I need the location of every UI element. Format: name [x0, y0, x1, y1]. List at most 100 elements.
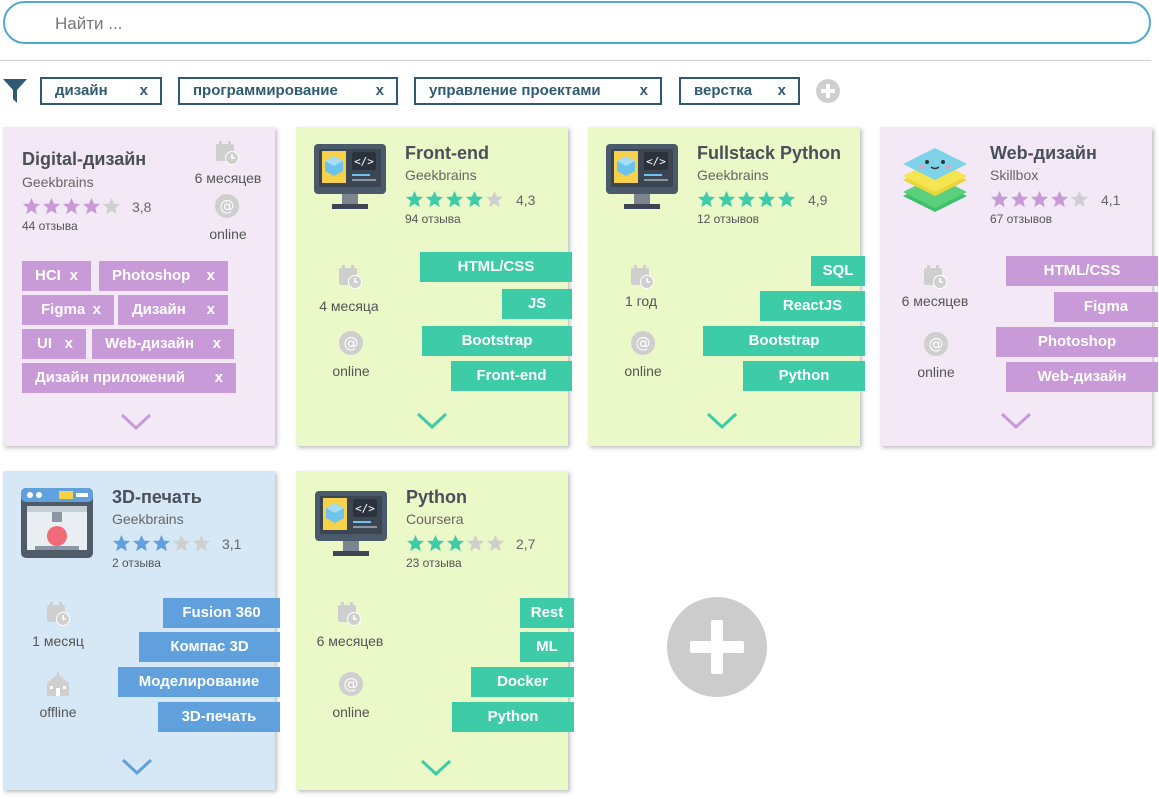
course-tag[interactable]: Docker [471, 667, 574, 697]
remove-tag-icon[interactable]: x [207, 261, 215, 291]
filter-icon[interactable] [3, 78, 27, 104]
course-tag[interactable]: Bootstrap [703, 326, 865, 356]
course-tag[interactable]: Python [743, 361, 865, 391]
course-tag[interactable]: Rest [520, 598, 574, 628]
chevron-down-icon[interactable] [705, 411, 739, 431]
star-icon [1050, 190, 1069, 208]
course-tag[interactable]: Python [452, 702, 574, 732]
star-icon [192, 534, 211, 552]
course-provider: Geekbrains [697, 167, 769, 183]
add-filter-icon[interactable] [816, 79, 840, 103]
filter-chip-label: программирование [193, 82, 338, 99]
school-building-icon [47, 672, 69, 696]
remove-tag-icon[interactable]: x [70, 261, 78, 291]
course-title: Web-дизайн [990, 143, 1097, 163]
star-icon [406, 534, 425, 552]
course-card-web-design[interactable]: Web-дизайн Skillbox 4,1 67 отзывов 6 мес… [880, 127, 1158, 446]
course-tag[interactable]: ML [520, 632, 574, 662]
star-icon [82, 197, 101, 215]
course-tag[interactable]: Figma x [22, 295, 114, 325]
course-tag[interactable]: Web-дизайн x [92, 329, 234, 359]
course-tag[interactable]: Компас 3D [139, 632, 280, 662]
calendar-clock-icon [216, 141, 239, 165]
course-tag[interactable]: Web-дизайн [1006, 362, 1158, 392]
filter-chip-layout[interactable]: верстка x [679, 77, 800, 105]
at-sign-icon: @ [631, 331, 655, 355]
course-tag[interactable]: Дизайн приложений x [22, 363, 236, 393]
chevron-down-icon[interactable] [120, 757, 154, 777]
format-text: offline [39, 704, 77, 720]
course-tag[interactable]: Fusion 360 [163, 598, 280, 628]
star-icon [132, 534, 151, 552]
svg-text:</>: </> [646, 155, 666, 168]
course-tag[interactable]: 3D-печать [158, 702, 280, 732]
remove-tag-icon[interactable]: x [65, 329, 73, 359]
duration-text: 6 месяцев [901, 293, 969, 309]
remove-tag-icon[interactable]: x [93, 295, 101, 325]
remove-filter-icon[interactable]: x [778, 79, 786, 103]
course-tag[interactable]: Photoshop [996, 327, 1158, 357]
tag-label: Дизайн [132, 301, 186, 318]
course-tag[interactable]: Дизайн x [118, 295, 228, 325]
course-card-3d-printing[interactable]: 3D-печать Geekbrains 3,1 2 отзыва 1 меся… [3, 471, 280, 790]
code-monitor-logo: </> [606, 144, 678, 209]
chevron-down-icon[interactable] [999, 411, 1033, 431]
remove-tag-icon[interactable]: x [213, 329, 221, 359]
course-tag[interactable]: Моделирование [118, 667, 280, 697]
calendar-clock-icon [631, 265, 654, 289]
chevron-down-icon[interactable] [415, 411, 449, 431]
rating-stars [406, 534, 506, 554]
course-provider: Skillbox [990, 167, 1039, 183]
star-icon [445, 190, 464, 208]
course-provider: Coursera [406, 511, 464, 527]
course-tag[interactable]: Photoshop x [99, 261, 228, 291]
star-icon [152, 534, 171, 552]
duration-text: 6 месяцев [316, 633, 384, 649]
star-icon [172, 534, 191, 552]
remove-filter-icon[interactable]: x [640, 79, 648, 103]
star-icon [737, 190, 756, 208]
star-icon [112, 534, 131, 552]
chevron-down-icon[interactable] [419, 758, 453, 778]
course-tag[interactable]: UI x [22, 329, 86, 359]
svg-text:@: @ [344, 675, 359, 693]
course-card-front-end[interactable]: </> Front-end Geekbrains 4,3 94 отзыва 4… [296, 127, 572, 446]
course-tag[interactable]: HTML/CSS [1006, 256, 1158, 286]
search-input[interactable] [55, 12, 1055, 36]
remove-filter-icon[interactable]: x [140, 79, 148, 103]
course-tag[interactable]: Front-end [451, 361, 572, 391]
course-provider: Geekbrains [22, 174, 94, 190]
rating-stars [697, 190, 797, 210]
calendar-clock-icon [339, 265, 362, 289]
rating-value: 3,1 [222, 536, 242, 552]
rating-value: 3,8 [132, 199, 152, 215]
chevron-down-icon[interactable] [119, 412, 153, 432]
course-tag[interactable]: JS [502, 289, 572, 319]
course-tag[interactable]: HTML/CSS [420, 252, 572, 282]
course-tag[interactable]: ReactJS [760, 291, 865, 321]
course-tag[interactable]: Figma [1054, 292, 1158, 322]
reviews-count: 67 отзывов [990, 212, 1053, 226]
star-icon [405, 190, 424, 208]
course-card-digital-design[interactable]: Digital-дизайн Geekbrains 3,8 44 отзыва … [3, 127, 275, 446]
code-monitor-logo: </> [315, 491, 387, 556]
search-bar[interactable] [3, 1, 1151, 44]
course-provider: Geekbrains [405, 167, 477, 183]
filter-chip-programming[interactable]: программирование x [178, 77, 398, 105]
course-tag[interactable]: SQL [811, 256, 865, 286]
rating-stars [990, 190, 1090, 210]
add-course-button[interactable] [667, 597, 767, 697]
course-card-fullstack-python[interactable]: </> Fullstack Python Geekbrains 4,9 12 о… [588, 127, 865, 446]
filter-chip-design[interactable]: дизайн x [40, 77, 162, 105]
remove-tag-icon[interactable]: x [215, 363, 223, 393]
filter-chip-label: верстка [694, 82, 753, 99]
duration-text: 1 год [624, 293, 658, 309]
remove-tag-icon[interactable]: x [207, 295, 215, 325]
course-tag[interactable]: Bootstrap [422, 326, 572, 356]
layers-logo [903, 148, 967, 212]
course-card-python[interactable]: </> Python Coursera 2,7 23 отзыва 6 меся… [296, 471, 574, 790]
remove-filter-icon[interactable]: x [376, 79, 384, 103]
star-icon [466, 534, 485, 552]
course-tag[interactable]: HCI x [22, 261, 91, 291]
filter-chip-project-management[interactable]: управление проектами x [414, 77, 662, 105]
